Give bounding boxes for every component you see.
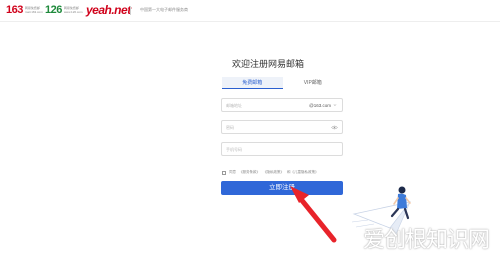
agree-checkbox[interactable] xyxy=(222,170,226,175)
privacy-link[interactable]: 《隐私政策》 xyxy=(263,170,284,175)
password-input[interactable] xyxy=(222,121,331,133)
site-watermark: 爱创根知识网 xyxy=(363,222,495,253)
child-privacy-link[interactable]: 和《儿童隐私政策》 xyxy=(287,170,319,175)
account-type-tabs: 免费邮箱 VIP邮箱 xyxy=(222,77,343,89)
logo-163-sub2: mail.163.com xyxy=(24,10,43,14)
tab-vip-mailbox[interactable]: VIP邮箱 xyxy=(283,77,344,89)
phone-input[interactable] xyxy=(222,143,342,155)
email-input[interactable] xyxy=(222,99,310,111)
header-divider xyxy=(130,6,131,15)
watermark-text: 爱创根知识网 xyxy=(363,228,490,253)
email-field: @163.com xyxy=(221,98,343,112)
email-domain-select[interactable]: @163.com xyxy=(309,103,340,108)
logo-yeah[interactable]: yeah.net xyxy=(86,3,131,17)
tab-free-mailbox[interactable]: 免费邮箱 xyxy=(222,77,283,89)
password-field xyxy=(221,120,343,134)
register-button[interactable]: 立即注册 xyxy=(221,181,343,195)
header-slogan: 中国第一大电子邮件服务商 xyxy=(140,7,188,12)
agree-prefix: 同意 xyxy=(229,170,236,174)
logo-yeah-text: yeah.net xyxy=(86,3,131,17)
eye-icon[interactable] xyxy=(331,125,338,130)
terms-link[interactable]: 《服务条款》 xyxy=(239,170,260,175)
logo-126-sub2: www.126.com xyxy=(63,10,83,14)
logo-163-text: 163 xyxy=(6,4,23,16)
chevron-down-icon xyxy=(333,104,337,106)
logo-126-text: 126 xyxy=(45,4,62,16)
page-title: 欢迎注册网易邮箱 xyxy=(232,59,305,69)
logo-163[interactable]: 163 网易免费邮 mail.163.com xyxy=(6,4,43,16)
top-header: 163 网易免费邮 mail.163.com 126 网易免费邮 www.126… xyxy=(0,0,500,22)
agreement-row: 同意 《服务条款》 《隐私政策》 和《儿童隐私政策》 xyxy=(222,170,322,175)
email-domain-value: @163.com xyxy=(309,102,331,108)
phone-field xyxy=(221,142,343,156)
logo-126[interactable]: 126 网易免费邮 www.126.com xyxy=(45,4,83,16)
